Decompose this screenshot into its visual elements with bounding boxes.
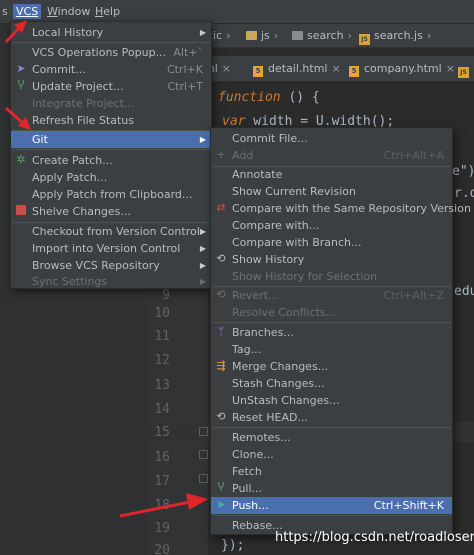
annotation-arrow-git bbox=[5, 106, 31, 130]
annotation-arrow-vcs bbox=[4, 20, 27, 44]
annotation-arrow-push bbox=[119, 493, 208, 518]
watermark: https://blog.csdn.net/roadloser bbox=[275, 530, 474, 545]
annotation-arrows bbox=[4, 20, 208, 518]
